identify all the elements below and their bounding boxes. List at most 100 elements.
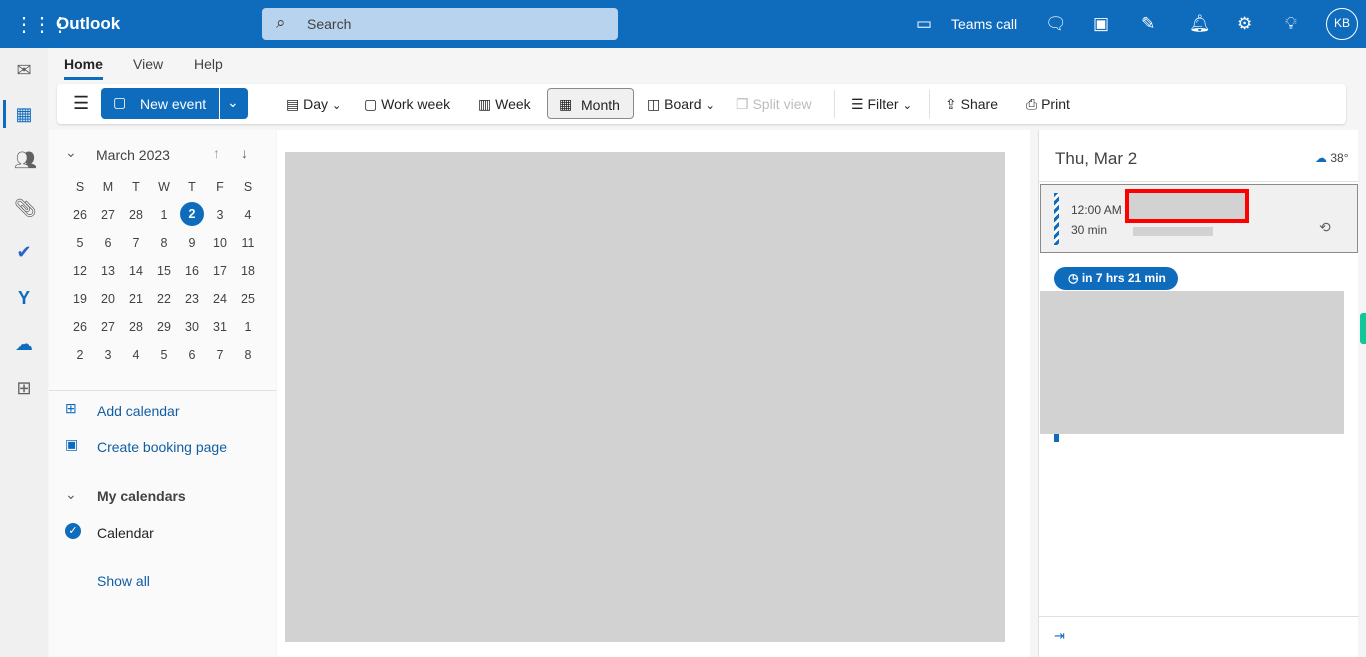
chat-icon[interactable]: 🗨 xyxy=(1045,14,1067,34)
chevron-down-icon[interactable]: ⌄ xyxy=(65,486,77,503)
selected-day[interactable]: 2 xyxy=(180,202,204,226)
calendar-day[interactable]: 28 xyxy=(122,208,150,222)
onedrive-icon[interactable]: ☁ xyxy=(14,334,34,355)
weather[interactable]: ☁ 38° xyxy=(1315,151,1349,165)
more-apps-icon[interactable]: ⊞ xyxy=(14,378,34,399)
tab-view[interactable]: View xyxy=(133,56,163,72)
calendar-day[interactable]: 3 xyxy=(94,348,122,362)
calendar-day[interactable]: 15 xyxy=(150,264,178,278)
collapse-chevron-icon[interactable]: ⌄ xyxy=(65,144,77,161)
calendar-day[interactable]: 10 xyxy=(206,236,234,250)
divider xyxy=(1039,616,1359,617)
bell-icon[interactable]: 🔔︎ xyxy=(1189,14,1211,34)
yammer-icon[interactable]: Y xyxy=(14,288,34,309)
work-week-label: Work week xyxy=(381,96,451,112)
calendar-day[interactable]: 3 xyxy=(206,208,234,222)
calendar-day[interactable]: 16 xyxy=(178,264,206,278)
calendar-day[interactable]: 26 xyxy=(66,320,94,334)
calendar-day[interactable]: 12 xyxy=(66,264,94,278)
event-time: 12:00 AM xyxy=(1071,203,1122,217)
previous-month-arrow-icon[interactable]: ↑ xyxy=(213,145,220,161)
clock-icon: ◷ xyxy=(1068,271,1079,285)
calendar-day[interactable]: 18 xyxy=(234,264,262,278)
calendar-day[interactable]: 14 xyxy=(122,264,150,278)
todo-icon[interactable]: ✔ xyxy=(14,242,34,263)
expand-pane-icon[interactable]: ⇥ xyxy=(1054,628,1065,644)
avatar[interactable]: KB xyxy=(1326,8,1358,40)
calendar-day[interactable]: 2 xyxy=(66,348,94,362)
new-event-label: New event xyxy=(140,96,207,112)
teams-call-button[interactable]: Teams call xyxy=(951,16,1017,32)
my-calendars-heading[interactable]: My calendars xyxy=(97,488,186,504)
calendar-day[interactable]: 29 xyxy=(150,320,178,334)
calendar-day[interactable]: 26 xyxy=(66,208,94,222)
calendar-day[interactable]: 23 xyxy=(178,292,206,306)
calendar-day[interactable]: 20 xyxy=(94,292,122,306)
week-view-button[interactable]: ▥ Week xyxy=(478,96,531,113)
attachment-icon[interactable]: 📎︎ xyxy=(14,198,37,219)
office-icon[interactable]: ▣ xyxy=(1093,14,1109,34)
people-icon[interactable]: 👥︎ xyxy=(14,150,37,171)
calendar-day[interactable]: 25 xyxy=(234,292,262,306)
month-view-button[interactable]: ▦ Month xyxy=(547,88,634,119)
board-view-button[interactable]: ◫ Board ⌄ xyxy=(647,96,715,113)
calendar-day[interactable]: 1 xyxy=(234,320,262,334)
calendar-day[interactable]: 6 xyxy=(94,236,122,250)
day-view-button[interactable]: ▤ Day ⌄ xyxy=(286,96,342,113)
lightbulb-icon[interactable]: 💡︎ xyxy=(1285,14,1297,34)
calendar-item[interactable]: Calendar xyxy=(97,525,154,541)
create-booking-page-link[interactable]: Create booking page xyxy=(97,439,227,455)
print-button[interactable]: ⎙ Print xyxy=(1026,96,1070,113)
calendar-day[interactable]: 5 xyxy=(150,348,178,362)
calendar-day[interactable]: 9 xyxy=(178,236,206,250)
weekday-header: S xyxy=(243,180,253,194)
add-calendar-link[interactable]: Add calendar xyxy=(97,403,180,419)
calendar-day[interactable]: 24 xyxy=(206,292,234,306)
calendar-day[interactable]: 30 xyxy=(178,320,206,334)
tasks-icon[interactable]: ✎ xyxy=(1141,14,1155,34)
next-month-arrow-icon[interactable]: ↓ xyxy=(241,145,248,161)
search-icon: ⌕ xyxy=(276,13,286,32)
calendar-day[interactable]: 27 xyxy=(94,208,122,222)
calendar-day[interactable]: 7 xyxy=(122,236,150,250)
share-button[interactable]: ⇪ Share xyxy=(945,96,998,113)
tab-home[interactable]: Home xyxy=(64,56,103,80)
app-title[interactable]: Outlook xyxy=(56,14,120,34)
calendar-day[interactable]: 4 xyxy=(122,348,150,362)
calendar-day[interactable]: 8 xyxy=(234,348,262,362)
calendar-day[interactable]: 4 xyxy=(234,208,262,222)
mail-icon[interactable]: ✉ xyxy=(14,60,34,81)
calendar-day[interactable]: 19 xyxy=(66,292,94,306)
weather-cloud-icon: ☁ xyxy=(1315,151,1327,165)
chevron-down-icon[interactable]: ⌄ xyxy=(227,94,239,111)
calendar-day[interactable]: 22 xyxy=(150,292,178,306)
calendar-day[interactable]: 11 xyxy=(234,236,262,250)
calendar-day[interactable]: 13 xyxy=(94,264,122,278)
mini-calendar-title[interactable]: March 2023 xyxy=(96,147,170,163)
calendar-day[interactable]: 7 xyxy=(206,348,234,362)
ribbon-toolbar: ☰ ▢ New event ⌄ ▤ Day ⌄ ▢ Work week ▥ We… xyxy=(57,84,1346,124)
hamburger-icon[interactable]: ☰ xyxy=(73,93,89,114)
side-handle[interactable] xyxy=(1360,313,1366,344)
calendar-day[interactable]: 27 xyxy=(94,320,122,334)
calendar-day[interactable]: 6 xyxy=(178,348,206,362)
calendar-day[interactable]: 31 xyxy=(206,320,234,334)
calendar-day[interactable]: 28 xyxy=(122,320,150,334)
calendar-icon[interactable]: ▦ xyxy=(14,104,34,125)
split-view-button[interactable]: ❐ Split view xyxy=(736,96,812,113)
filter-button[interactable]: ☰ Filter ⌄ xyxy=(851,96,912,113)
calendar-day[interactable]: 17 xyxy=(206,264,234,278)
checkmark-icon[interactable]: ✓ xyxy=(65,523,81,539)
calendar-day[interactable]: 1 xyxy=(150,208,178,222)
search-input[interactable]: ⌕ Search xyxy=(262,8,618,40)
new-event-button[interactable]: ▢ New event ⌄ xyxy=(101,88,248,119)
calendar-day[interactable]: 5 xyxy=(66,236,94,250)
calendar-day[interactable]: 8 xyxy=(150,236,178,250)
event-card[interactable]: 12:00 AM 30 min ⟲ xyxy=(1040,184,1358,253)
video-icon[interactable]: ▭ xyxy=(916,14,932,34)
show-all-link[interactable]: Show all xyxy=(97,573,150,589)
work-week-view-button[interactable]: ▢ Work week xyxy=(364,96,450,113)
tab-help[interactable]: Help xyxy=(194,56,223,72)
gear-icon[interactable]: ⚙ xyxy=(1237,14,1252,34)
calendar-day[interactable]: 21 xyxy=(122,292,150,306)
